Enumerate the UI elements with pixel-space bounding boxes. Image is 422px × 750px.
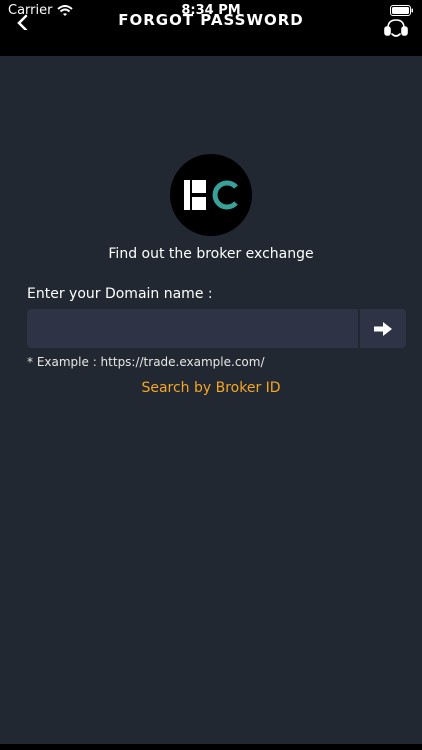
customer-support-icon — [384, 19, 408, 37]
top-bar: Carrier 8:34 PM FORGOT PASSWORD — [0, 0, 422, 56]
domain-label: Enter your Domain name : — [27, 286, 213, 302]
bottom-edge — [0, 744, 422, 750]
broker-logo — [170, 154, 252, 236]
example-text: * Example : https://trade.example.com/ — [27, 355, 265, 369]
search-by-broker-id-link[interactable]: Search by Broker ID — [0, 380, 422, 396]
chevron-left-icon — [17, 14, 28, 30]
broker-logo-icon — [184, 180, 238, 210]
headline: Find out the broker exchange — [108, 246, 314, 262]
submit-button[interactable] — [360, 309, 406, 348]
back-button[interactable] — [14, 14, 32, 30]
page-title: FORGOT PASSWORD — [118, 11, 304, 29]
domain-input[interactable] — [27, 309, 358, 348]
arrow-right-icon — [374, 321, 392, 336]
support-button[interactable] — [382, 16, 410, 38]
